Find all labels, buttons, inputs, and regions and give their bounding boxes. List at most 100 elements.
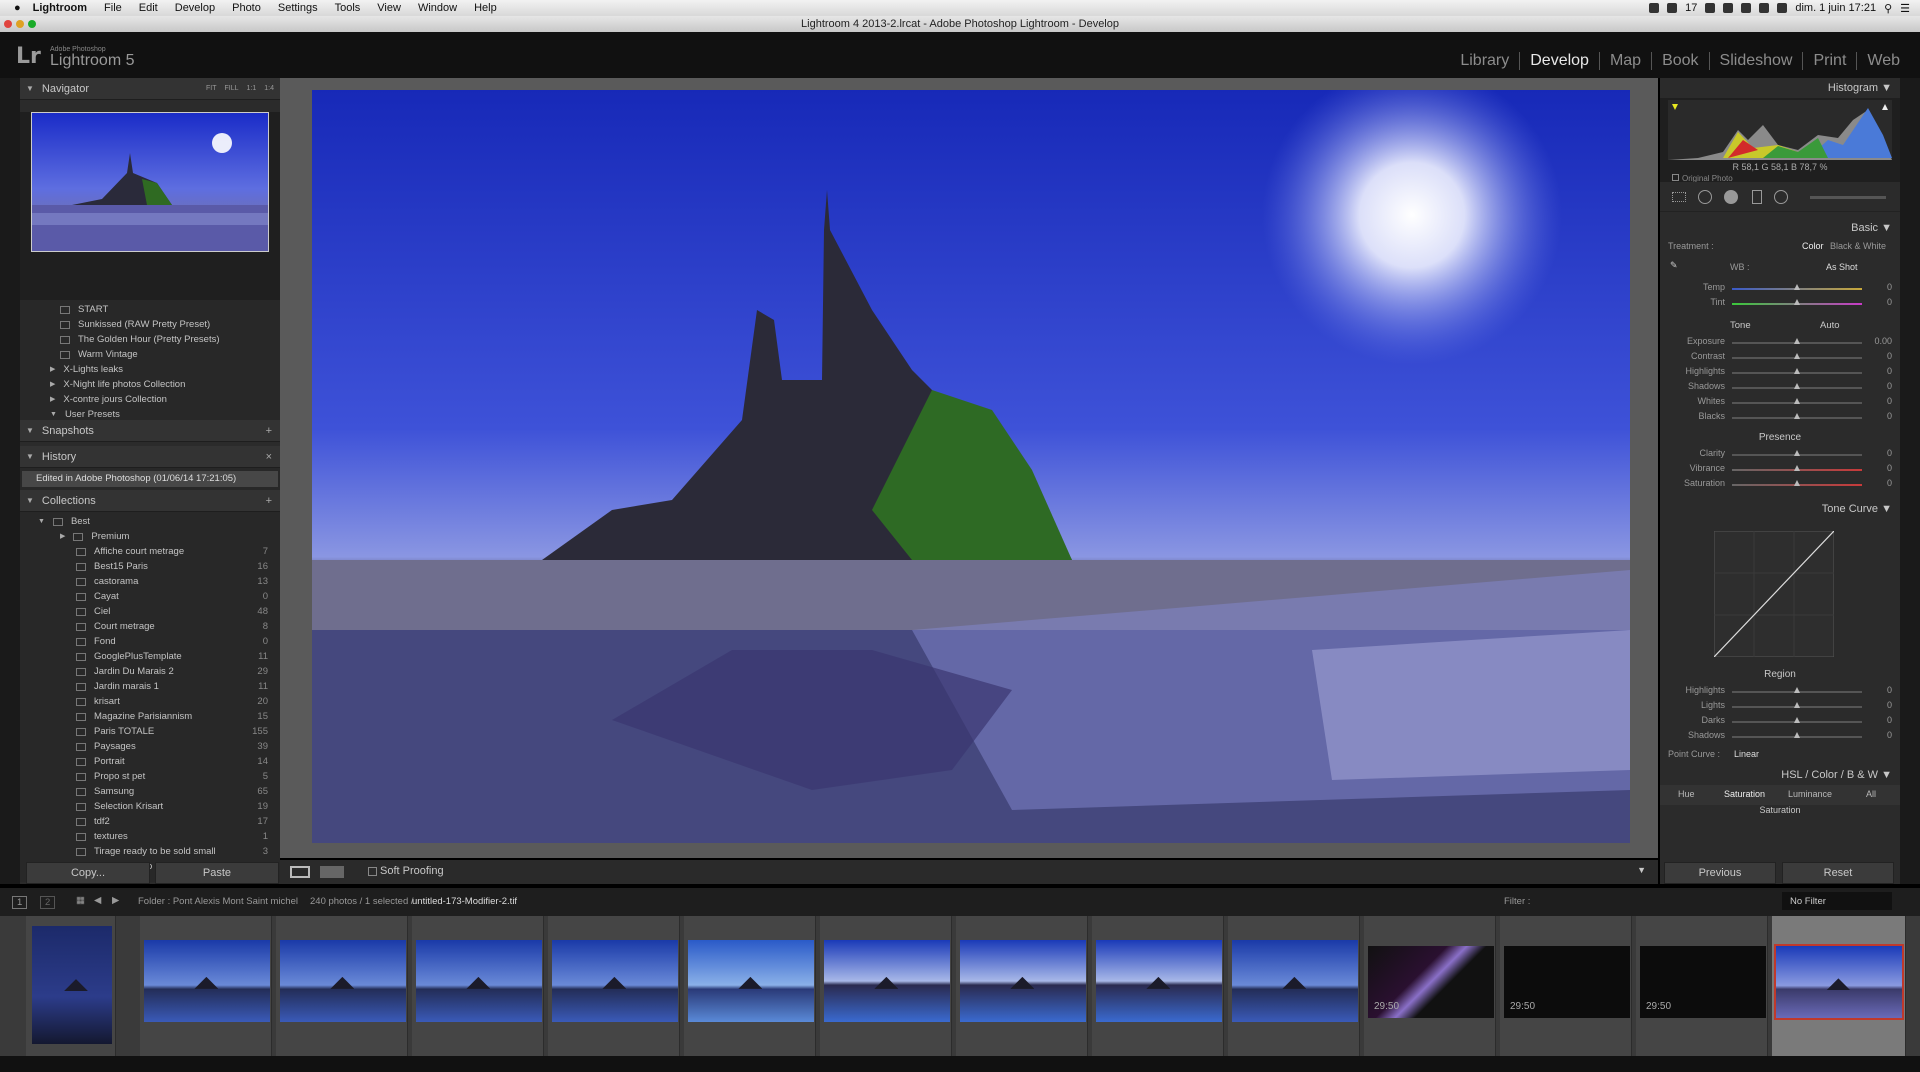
red-eye-icon[interactable]: [1724, 190, 1738, 204]
filmstrip-cell[interactable]: [956, 916, 1088, 1056]
slider-darks[interactable]: Darks 0: [1660, 713, 1900, 728]
slider-shadows[interactable]: Shadows 0: [1660, 379, 1900, 394]
collections-header[interactable]: ▼ Collections +: [20, 490, 280, 512]
point-curve-select[interactable]: Linear: [1734, 749, 1759, 759]
navigator-header[interactable]: ▼ Navigator FIT FILL 1:1 1:4: [20, 78, 280, 100]
filmstrip-thumbnail[interactable]: [960, 940, 1086, 1022]
forward-icon[interactable]: ▶: [112, 895, 119, 906]
expand-icon[interactable]: ▶: [50, 377, 55, 392]
slider-value[interactable]: 0: [1887, 411, 1892, 421]
filmstrip-cell[interactable]: [1772, 916, 1906, 1056]
tab-saturation[interactable]: Saturation: [1724, 789, 1765, 799]
expand-icon[interactable]: ▶: [60, 529, 65, 544]
slider-knob[interactable]: [1794, 480, 1800, 486]
collapse-icon[interactable]: ▼: [26, 420, 34, 442]
filmstrip-thumbnail[interactable]: [688, 940, 814, 1022]
slider-knob[interactable]: [1794, 702, 1800, 708]
close-icon[interactable]: [4, 20, 12, 28]
treatment-bw[interactable]: Black & White: [1830, 241, 1886, 251]
slider-highlights[interactable]: Highlights 0: [1660, 683, 1900, 698]
add-snapshot-button[interactable]: +: [266, 420, 272, 442]
collection-item[interactable]: Propo st pet 5: [20, 769, 280, 784]
slider-knob[interactable]: [1794, 687, 1800, 693]
module-library[interactable]: Library: [1450, 52, 1521, 70]
preset-item[interactable]: Warm Vintage: [20, 347, 280, 362]
tab-luminance[interactable]: Luminance: [1788, 789, 1832, 799]
collection-item[interactable]: Court metrage 8: [20, 619, 280, 634]
filmstrip-cell[interactable]: [26, 916, 116, 1056]
toolbar-menu-icon[interactable]: ▼: [1637, 865, 1646, 875]
slider-tint[interactable]: Tint 0: [1660, 295, 1900, 310]
slider-temp[interactable]: Temp 0: [1660, 280, 1900, 295]
menu-window[interactable]: Window: [418, 2, 457, 14]
tab-all[interactable]: All: [1866, 789, 1876, 799]
crop-icon[interactable]: [1672, 192, 1686, 202]
slider-value[interactable]: 0: [1887, 282, 1892, 292]
slider-value[interactable]: 0: [1887, 715, 1892, 725]
collection-item[interactable]: Paysages 39: [20, 739, 280, 754]
copy-button[interactable]: Copy...: [26, 862, 150, 884]
reset-button[interactable]: Reset: [1782, 862, 1894, 884]
paste-button[interactable]: Paste: [155, 862, 279, 884]
window-2-button[interactable]: 2: [40, 896, 56, 909]
histogram-header[interactable]: Histogram ▼: [1660, 78, 1900, 98]
left-panel-toggle[interactable]: [0, 78, 20, 884]
slider-contrast[interactable]: Contrast 0: [1660, 349, 1900, 364]
spot-removal-icon[interactable]: [1698, 190, 1712, 204]
slider-knob[interactable]: [1794, 338, 1800, 344]
slider-knob[interactable]: [1794, 398, 1800, 404]
original-photo-checkbox[interactable]: [1672, 174, 1679, 181]
slider-value[interactable]: 0: [1887, 297, 1892, 307]
collection-item[interactable]: tdf2 17: [20, 814, 280, 829]
preset-folder[interactable]: ▶ X-contre jours Collection: [20, 392, 280, 407]
drop-icon[interactable]: [1723, 3, 1734, 13]
collection-item[interactable]: Best15 Paris 16: [20, 559, 280, 574]
collection-set[interactable]: ▼ Best: [20, 514, 280, 529]
filmstrip-thumbnail[interactable]: 29:50: [1504, 946, 1630, 1018]
slider-value[interactable]: 0: [1887, 478, 1892, 488]
zoom-fill[interactable]: FILL: [225, 78, 239, 100]
search-icon[interactable]: ⚲: [1884, 2, 1892, 15]
menu-settings[interactable]: Settings: [278, 2, 318, 14]
preset-item[interactable]: The Golden Hour (Pretty Presets): [20, 332, 280, 347]
menu-file[interactable]: File: [104, 2, 122, 14]
filmstrip-thumbnail[interactable]: 29:50: [1640, 946, 1766, 1018]
menu-photo[interactable]: Photo: [232, 2, 261, 14]
slider-knob[interactable]: [1794, 368, 1800, 374]
history-header[interactable]: ▼ History ×: [20, 446, 280, 468]
module-web[interactable]: Web: [1857, 52, 1910, 70]
collection-item[interactable]: Affiche court metrage 7: [20, 544, 280, 559]
folder-icon[interactable]: [1705, 3, 1716, 13]
snapshots-header[interactable]: ▼ Snapshots +: [20, 420, 280, 442]
slider-value[interactable]: 0: [1887, 730, 1892, 740]
auto-tone-button[interactable]: Auto: [1820, 320, 1840, 331]
slider-value[interactable]: 0: [1887, 381, 1892, 391]
collection-item[interactable]: Paris TOTALE 155: [20, 724, 280, 739]
zoom-1-4[interactable]: 1:4: [264, 78, 274, 100]
collection-item[interactable]: Selection Krisart 19: [20, 799, 280, 814]
slider-saturation[interactable]: Saturation 0: [1660, 476, 1900, 491]
volume-icon[interactable]: [1777, 3, 1788, 13]
history-item[interactable]: Edited in Adobe Photoshop (01/06/14 17:2…: [22, 471, 278, 487]
collection-item[interactable]: Cayat 0: [20, 589, 280, 604]
filmstrip-cell[interactable]: [412, 916, 544, 1056]
loupe-view-icon[interactable]: [290, 866, 310, 878]
collection-item[interactable]: GooglePlusTemplate 11: [20, 649, 280, 664]
previous-button[interactable]: Previous: [1664, 862, 1776, 884]
collection-item[interactable]: castorama 13: [20, 574, 280, 589]
cloud-icon[interactable]: [1667, 3, 1678, 13]
slider-value[interactable]: 0: [1887, 396, 1892, 406]
add-collection-button[interactable]: +: [266, 490, 272, 512]
graduated-filter-icon[interactable]: [1752, 190, 1762, 204]
collection-item[interactable]: Magazine Parisiannism 15: [20, 709, 280, 724]
collection-item[interactable]: Fond 0: [20, 634, 280, 649]
selected-file[interactable]: untitled-173-Modifier-2.tif: [412, 896, 517, 907]
histogram-panel[interactable]: R 58,1 G 58,1 B 78,7 % Original Photo: [1660, 98, 1900, 183]
menu-develop[interactable]: Develop: [175, 2, 215, 14]
filmstrip-thumbnail[interactable]: [1096, 940, 1222, 1022]
slider-blacks[interactable]: Blacks 0: [1660, 409, 1900, 424]
filmstrip-thumbnail[interactable]: [416, 940, 542, 1022]
camera-icon[interactable]: [1649, 3, 1660, 13]
slider-value[interactable]: 0: [1887, 448, 1892, 458]
adjustment-brush-slider[interactable]: [1810, 196, 1886, 199]
